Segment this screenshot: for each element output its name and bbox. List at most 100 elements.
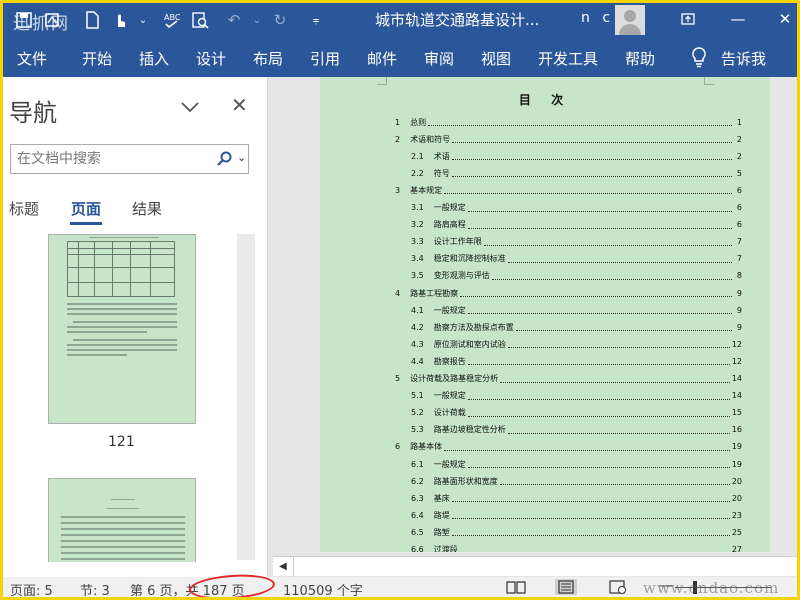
customize-qat-icon[interactable]: ⩦ [305,9,327,31]
status-word-count[interactable]: 110509 个字 [283,580,363,597]
toc-entry-number: 1 [395,117,401,127]
tab-insert[interactable]: 插入 [139,48,169,69]
toc-entry[interactable]: 4 路基工程勘察 9 [395,286,742,300]
search-input[interactable] [17,149,207,169]
search-icon[interactable] [216,151,232,167]
toc-entry[interactable]: 6.3 基床 20 [411,491,742,505]
tab-developer[interactable]: 开发工具 [538,48,598,69]
toc-entry[interactable]: 5 设计荷载及路基稳定分析 14 [395,372,742,386]
toc-entry[interactable]: 3.1 一般规定 6 [411,201,742,215]
touch-mode-icon[interactable] [109,9,131,31]
tell-me-box[interactable]: 告诉我 [721,48,766,69]
status-page[interactable]: 页面: 5 [10,580,53,597]
tab-headings[interactable]: 标题 [9,198,39,219]
toc-entry-number: 6.3 [411,493,424,503]
status-section[interactable]: 节: 3 [80,580,110,597]
toc-leader-dots [507,426,730,434]
toc-entry[interactable]: 3.5 变形观测与评估 8 [411,269,742,283]
toc-leader-dots [467,392,730,400]
tab-help[interactable]: 帮助 [625,48,655,69]
tab-view[interactable]: 视图 [481,48,511,69]
toc-entry[interactable]: 3.3 设计工作年限 7 [411,235,742,249]
toc-leader-dots [452,135,732,144]
chevron-down-icon[interactable]: ⌄ [251,9,263,31]
chevron-down-icon[interactable]: ⌄ [237,151,246,164]
undo-icon[interactable]: ↶ [223,9,245,31]
toc-entry-page: 7 [736,237,742,247]
toc-entry[interactable]: 6.4 路堤 23 [411,508,742,522]
toc-entry[interactable]: 3 基本规定 6 [395,183,742,197]
toc-entry[interactable]: 2.1 术语 2 [411,149,742,163]
horizontal-scrollbar[interactable]: ◀ [273,556,797,577]
toc-entry-number: 4.2 [411,322,424,332]
chevron-down-icon[interactable]: ⌄ [137,9,149,31]
tab-layout[interactable]: 布局 [253,48,283,69]
print-layout-icon[interactable] [555,579,577,595]
tab-home[interactable]: 开始 [82,48,112,69]
toc-entry[interactable]: 5.1 一般规定 14 [411,389,742,403]
toc-entry[interactable]: 6.2 路基面形状和宽度 20 [411,474,742,488]
toc-entry[interactable]: 4.4 勘察报告 12 [411,354,742,368]
save-icon[interactable] [13,9,35,31]
toc-entry[interactable]: 3.2 路肩高程 6 [411,218,742,232]
toc-entry-page: 20 [731,493,742,503]
toc-entry[interactable]: 6.6 过渡段 27 [411,543,742,552]
toc-leader-dots [428,118,732,126]
tab-design[interactable]: 设计 [196,48,226,69]
toc-entry[interactable]: 4.3 原位测试和室内试验 12 [411,337,742,351]
toc-entry-page: 6 [736,220,742,230]
web-layout-icon[interactable] [607,579,629,595]
toc-entry-number: 6.6 [411,545,424,552]
toc-entry[interactable]: 4.2 勘察方法及勘探点布置 9 [411,320,742,334]
close-icon[interactable]: ✕ [231,93,248,117]
toc-entry[interactable]: 4.1 一般规定 9 [411,303,742,317]
tab-pages[interactable]: 页面 [71,198,101,219]
user-name[interactable]: n c [581,10,614,26]
spelling-icon[interactable]: ABC [161,9,183,31]
toc-entry-page: 25 [731,527,742,537]
toc-entry-number: 5.1 [411,391,424,401]
redo-icon[interactable]: ↻ [269,9,291,31]
document-area: 目 次 1 总则 1 2 术语和符号 2 2.1 术语 2 2.2 符号 5 3 基本规定 6 3.1 一般规定… [269,77,797,552]
toc-entry-page: 15 [731,408,742,418]
search-preview-icon[interactable] [189,9,211,31]
toc-entry[interactable]: 6.5 路堑 25 [411,525,742,539]
close-icon[interactable]: ✕ [771,7,797,31]
tab-review[interactable]: 审阅 [424,48,454,69]
toc-entry[interactable]: 2 术语和符号 2 [395,132,742,146]
scroll-left-icon[interactable]: ◀ [279,561,287,572]
tab-results[interactable]: 结果 [132,198,162,219]
restore-icon[interactable] [674,7,702,31]
document-page[interactable]: 目 次 1 总则 1 2 术语和符号 2 2.1 术语 2 2.2 符号 5 3 基本规定 6 3.1 一般规定… [320,77,770,552]
toc-entry[interactable]: 3.4 稳定和沉降控制标准 7 [411,252,742,266]
toc-leader-dots [451,169,732,178]
lightbulb-icon[interactable] [691,46,707,68]
toc-entry-number: 6.4 [411,510,424,520]
tab-references[interactable]: 引用 [310,48,340,69]
document-title: 城市轨道交通路基设计... [375,11,540,29]
toc-entry-number: 5.2 [411,408,424,418]
toc-entry-page: 12 [731,356,742,366]
toc-entry-number: 5.3 [411,425,424,435]
tab-file[interactable]: 文件 [17,48,47,69]
thumbnail-scrollbar[interactable] [237,234,255,560]
page-thumbnail[interactable] [48,234,196,424]
read-mode-icon[interactable] [505,579,527,595]
page-thumbnail[interactable] [48,478,196,562]
minimize-icon[interactable]: — [724,7,752,31]
new-document-icon[interactable] [81,9,103,31]
quick-print-icon[interactable] [41,9,63,31]
toc-entry[interactable]: 2.2 符号 5 [411,166,742,180]
toc-entry[interactable]: 6.1 一般规定 19 [411,457,742,471]
crop-mark [377,77,387,85]
toc-entry[interactable]: 1 总则 1 [395,115,742,129]
avatar[interactable] [615,5,645,35]
site-watermark: www.cndao.com [643,579,780,597]
tab-mailings[interactable]: 邮件 [367,48,397,69]
toc-entry[interactable]: 5.3 路基边坡稳定性分析 16 [411,423,742,437]
chevron-down-icon[interactable] [178,97,202,117]
toc-entry[interactable]: 6 路基本体 19 [395,440,742,454]
toc-entry-text: 变形观测与评估 [433,271,490,281]
toc-leader-dots [467,357,730,366]
toc-entry[interactable]: 5.2 设计荷载 15 [411,406,742,420]
